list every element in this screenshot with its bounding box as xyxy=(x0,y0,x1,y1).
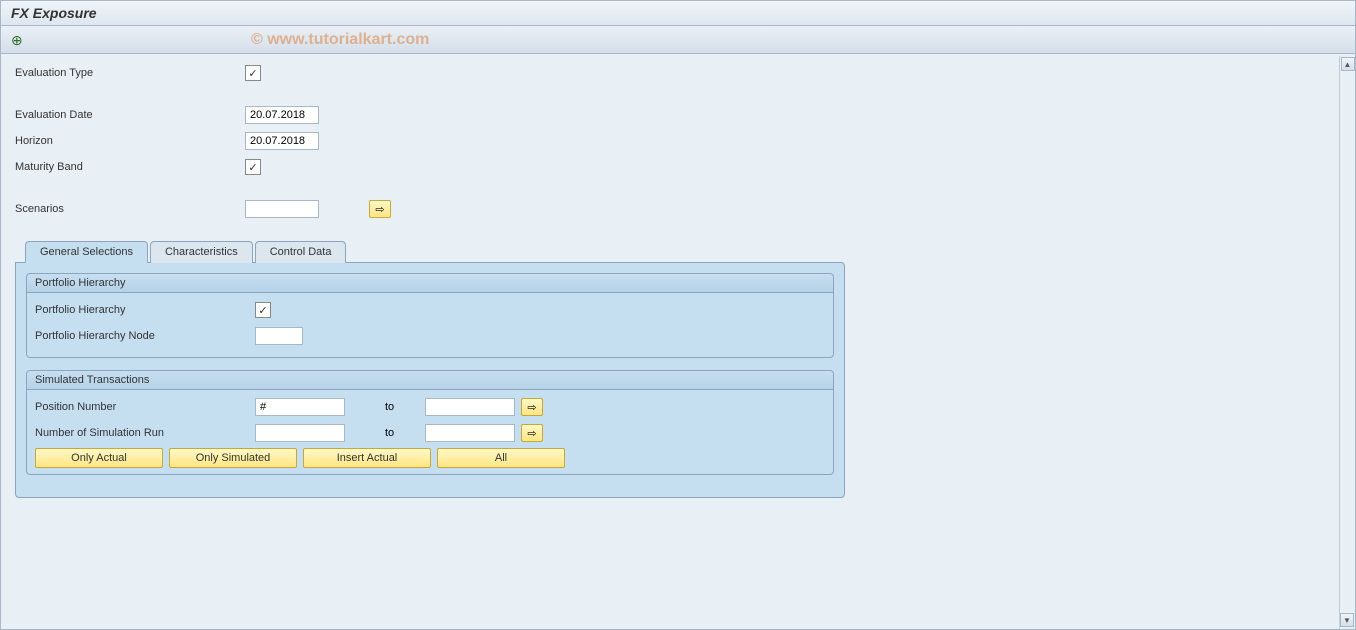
all-button[interactable]: All xyxy=(437,448,565,468)
portfolio-hierarchy-label: Portfolio Hierarchy xyxy=(35,304,255,316)
watermark-text: © www.tutorialkart.com xyxy=(251,31,429,49)
group-portfolio-title: Portfolio Hierarchy xyxy=(27,274,833,293)
portfolio-hierarchy-checkbox[interactable]: ✓ xyxy=(255,302,271,318)
scenarios-label: Scenarios xyxy=(15,203,245,215)
maturity-band-checkbox[interactable]: ✓ xyxy=(245,159,261,175)
scenarios-multiselect-button[interactable]: ⇨ xyxy=(369,200,391,218)
group-simulated-transactions: Simulated Transactions Position Number t… xyxy=(26,370,834,475)
tab-panel-general: Portfolio Hierarchy Portfolio Hierarchy … xyxy=(15,262,845,498)
simulation-run-from-input[interactable] xyxy=(255,424,345,442)
simulation-button-row: Only Actual Only Simulated Insert Actual… xyxy=(35,448,825,468)
scroll-up-icon[interactable]: ▲ xyxy=(1341,57,1355,71)
simulation-run-multiselect-button[interactable]: ⇨ xyxy=(521,424,543,442)
position-number-from-input[interactable] xyxy=(255,398,345,416)
scroll-down-icon[interactable]: ▼ xyxy=(1340,613,1354,627)
content-area: Evaluation Type ✓ Evaluation Date Horizo… xyxy=(1,54,1355,626)
portfolio-node-input[interactable] xyxy=(255,327,303,345)
position-multiselect-button[interactable]: ⇨ xyxy=(521,398,543,416)
only-actual-button[interactable]: Only Actual xyxy=(35,448,163,468)
tab-control-data[interactable]: Control Data xyxy=(255,241,347,263)
evaluation-date-input[interactable] xyxy=(245,106,319,124)
position-number-label: Position Number xyxy=(35,401,255,413)
evaluation-type-label: Evaluation Type xyxy=(15,67,245,79)
vertical-scrollbar[interactable]: ▲ ▼ xyxy=(1339,56,1355,629)
tabstrip: General Selections Characteristics Contr… xyxy=(15,240,1341,498)
only-simulated-button[interactable]: Only Simulated xyxy=(169,448,297,468)
horizon-label: Horizon xyxy=(15,135,245,147)
evaluation-date-label: Evaluation Date xyxy=(15,109,245,121)
simulation-run-to-label: to xyxy=(345,427,425,439)
title-bar: FX Exposure xyxy=(1,1,1355,26)
main-window: FX Exposure ⊕ © www.tutorialkart.com Eva… xyxy=(0,0,1356,630)
simulation-run-to-input[interactable] xyxy=(425,424,515,442)
simulation-run-label: Number of Simulation Run xyxy=(35,427,255,439)
tab-general-selections[interactable]: General Selections xyxy=(25,241,148,263)
portfolio-node-label: Portfolio Hierarchy Node xyxy=(35,330,255,342)
execute-icon[interactable]: ⊕ xyxy=(11,32,27,48)
insert-actual-button[interactable]: Insert Actual xyxy=(303,448,431,468)
group-simulated-title: Simulated Transactions xyxy=(27,371,833,390)
evaluation-type-checkbox[interactable]: ✓ xyxy=(245,65,261,81)
position-to-label: to xyxy=(345,401,425,413)
scenarios-input[interactable] xyxy=(245,200,319,218)
tab-header: General Selections Characteristics Contr… xyxy=(25,240,1341,262)
maturity-band-label: Maturity Band xyxy=(15,161,245,173)
group-portfolio-hierarchy: Portfolio Hierarchy Portfolio Hierarchy … xyxy=(26,273,834,358)
window-title: FX Exposure xyxy=(11,5,97,21)
toolbar: ⊕ © www.tutorialkart.com xyxy=(1,26,1355,54)
position-number-to-input[interactable] xyxy=(425,398,515,416)
tab-characteristics[interactable]: Characteristics xyxy=(150,241,253,263)
horizon-input[interactable] xyxy=(245,132,319,150)
